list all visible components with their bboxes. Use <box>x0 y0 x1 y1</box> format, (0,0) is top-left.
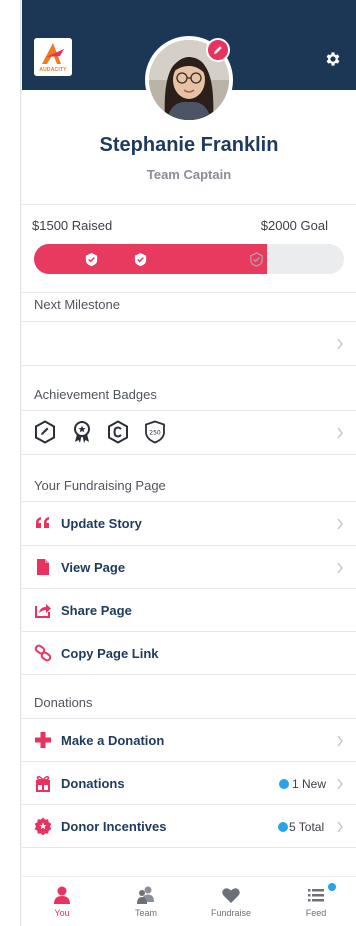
copy-page-link-row[interactable]: Copy Page Link <box>22 632 356 675</box>
donations-label: Donations <box>61 776 125 791</box>
make-a-donation-label: Make a Donation <box>61 733 165 748</box>
tab-fundraise[interactable]: Fundraise <box>201 877 261 926</box>
tab-you-label: You <box>54 908 70 918</box>
next-milestone-row[interactable] <box>22 322 356 365</box>
feed-notification-dot <box>328 883 336 891</box>
ribbon-award-badge-icon <box>71 420 93 444</box>
c-badge-icon <box>107 420 129 444</box>
chevron-right-icon <box>337 518 343 530</box>
total-indicator-dot <box>278 822 288 832</box>
pencil-icon <box>214 46 222 54</box>
next-milestone-heading: Next Milestone <box>34 297 120 312</box>
view-page-row[interactable]: View Page <box>22 546 356 589</box>
divider <box>22 204 356 205</box>
view-page-label: View Page <box>61 560 126 575</box>
donations-status: 1 New <box>292 777 327 791</box>
divider <box>22 454 356 455</box>
profile-name: Stephanie Franklin <box>99 134 279 156</box>
chevron-right-icon <box>337 735 343 747</box>
make-a-donation-row[interactable]: Make a Donation <box>22 719 356 762</box>
divider <box>22 365 356 366</box>
fundraising-progress-bar <box>34 244 344 274</box>
chevron-right-icon <box>337 778 343 790</box>
chevron-right-icon <box>337 821 343 833</box>
settings-gear-icon[interactable] <box>324 50 342 68</box>
donations-row[interactable]: Donations 1 New <box>22 762 356 805</box>
tab-you[interactable]: You <box>32 877 92 926</box>
divider <box>22 674 356 675</box>
team-icon <box>137 886 154 904</box>
share-page-label: Share Page <box>61 603 132 618</box>
update-story-label: Update Story <box>61 516 142 531</box>
tab-fundraise-label: Fundraise <box>210 908 252 918</box>
donations-heading: Donations <box>34 695 93 710</box>
chevron-right-icon <box>337 427 343 439</box>
progress-fill <box>34 244 267 274</box>
tab-team[interactable]: Team <box>116 877 176 926</box>
achievement-badges-heading: Achievement Badges <box>34 387 157 402</box>
document-icon <box>37 559 49 575</box>
quote-icon <box>36 517 49 528</box>
250-shield-badge-icon: 250 <box>143 420 167 444</box>
star-badge-icon <box>34 817 52 835</box>
donor-incentives-label: Donor Incentives <box>61 819 167 834</box>
heart-icon <box>222 888 240 903</box>
list-icon <box>308 889 324 902</box>
new-indicator-dot <box>279 779 289 789</box>
profile-role: Team Captain <box>146 167 232 182</box>
tab-feed-label: Feed <box>305 908 327 918</box>
share-page-row[interactable]: Share Page <box>22 589 356 632</box>
share-icon <box>35 604 51 618</box>
gift-icon <box>36 775 50 792</box>
fundraising-page-heading: Your Fundraising Page <box>34 478 166 493</box>
goal-amount: $2000 Goal <box>260 218 328 233</box>
pencil-hexagon-badge-icon <box>34 420 56 444</box>
donor-incentives-row[interactable]: Donor Incentives 5 Total <box>22 805 356 848</box>
edit-photo-button[interactable] <box>206 38 230 62</box>
logo-text: AUDACITY <box>39 67 67 73</box>
tab-feed[interactable]: Feed <box>286 877 346 926</box>
milestone-check-icon <box>133 252 148 267</box>
profile-screen: AUDACITY Stephanie Franklin Team Captain… <box>22 0 356 926</box>
person-icon <box>54 886 70 904</box>
milestone-check-icon <box>84 252 99 267</box>
donor-incentives-status: 5 Total <box>289 820 325 834</box>
tab-team-label: Team <box>134 908 157 918</box>
app-logo: AUDACITY <box>34 38 72 76</box>
chevron-right-icon <box>337 562 343 574</box>
chevron-right-icon <box>337 338 343 350</box>
divider <box>22 847 356 848</box>
left-edge <box>0 0 22 926</box>
update-story-row[interactable]: Update Story <box>22 502 356 545</box>
plus-icon <box>35 732 51 748</box>
badge-250-text: 250 <box>149 430 161 437</box>
copy-page-link-label: Copy Page Link <box>61 646 159 661</box>
bottom-tab-bar: You Team Fundraise Feed <box>22 876 356 926</box>
milestone-pending-icon <box>249 252 264 267</box>
divider <box>22 292 356 293</box>
raised-amount: $1500 Raised <box>32 218 113 233</box>
link-icon <box>34 644 52 662</box>
